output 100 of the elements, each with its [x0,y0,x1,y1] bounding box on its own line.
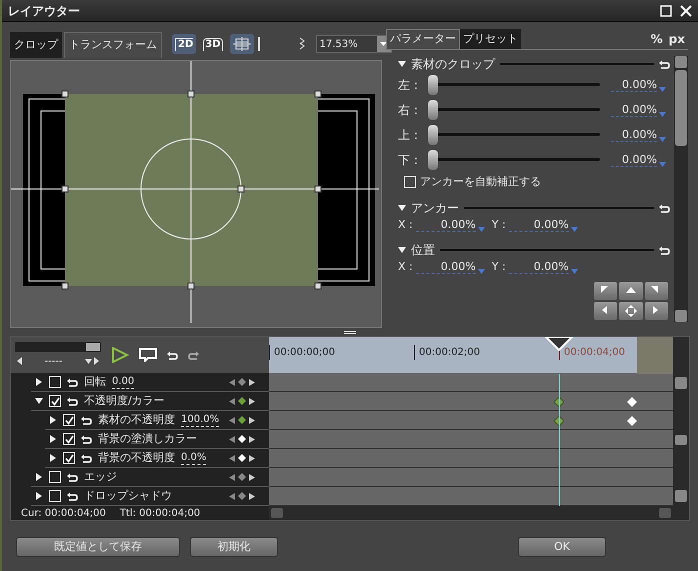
reset-icon[interactable] [81,416,92,424]
checkbox[interactable] [49,395,61,407]
resize-handle[interactable] [314,90,322,98]
value-field[interactable]: 0.00% [611,152,657,166]
checkbox[interactable] [63,452,75,464]
next-key-icon[interactable] [249,474,255,480]
redo-icon[interactable] [188,350,199,360]
dialog-button[interactable]: 初期化 [190,537,278,557]
checkbox[interactable] [49,376,61,388]
value-field[interactable]: 0.0% [181,452,206,464]
previous-key-icon[interactable] [229,416,235,424]
slider-thumb[interactable] [428,74,438,94]
nudge-button[interactable] [644,282,668,300]
zoom-dropdown[interactable]: 17.53% [316,35,392,53]
expand-arrow-icon[interactable] [35,473,43,481]
unit-button[interactable]: px [666,29,688,49]
checkbox[interactable] [49,471,61,483]
expand-arrow-icon[interactable] [49,454,57,462]
reset-icon[interactable] [81,434,92,444]
reset-icon[interactable] [659,60,670,68]
next-key-icon[interactable] [249,454,255,462]
previous-key-icon[interactable] [229,378,235,386]
resize-handle[interactable] [314,186,322,192]
slider-track[interactable] [428,124,600,144]
checkbox[interactable] [404,176,416,188]
next-key-icon[interactable] [249,398,255,404]
left-arrow-icon[interactable] [17,357,22,365]
checkbox[interactable] [49,490,61,502]
rotation-circle[interactable] [140,138,242,240]
maximize-icon[interactable] [660,4,672,16]
reset-icon[interactable] [659,246,670,254]
value-field[interactable]: 0.00% [508,260,569,274]
previous-key-icon[interactable] [229,398,235,404]
value-field[interactable]: 0.00% [508,218,569,232]
nudge-button[interactable] [619,282,643,300]
expand-arrow-icon[interactable] [49,435,57,443]
dialog-button[interactable]: OK [518,537,606,557]
slider-thumb[interactable] [428,100,438,120]
next-key-icon[interactable] [249,492,255,500]
slider-track[interactable] [428,150,600,170]
checkbox[interactable] [63,414,75,426]
resize-handle[interactable] [188,282,194,290]
expand-arrow-icon[interactable] [35,378,43,386]
tab[interactable]: プリセット [460,29,521,49]
value-field[interactable]: 100.0% [181,414,220,426]
previous-key-icon[interactable] [229,474,235,480]
speech-bubble-icon[interactable] [139,348,157,362]
play-icon[interactable] [111,347,129,363]
nudge-button[interactable] [644,302,668,320]
dialog-button[interactable]: 既定値として保存 [16,537,180,557]
previous-key-icon[interactable] [229,492,235,500]
tab[interactable]: パラメーター [386,29,460,49]
value-field[interactable]: 0.00% [416,218,476,232]
slider-thumb[interactable] [428,124,438,144]
nudge-button[interactable] [594,302,618,320]
value-field[interactable]: 0.00 [112,376,134,388]
tab[interactable]: トランスフォーム [64,32,162,58]
reset-icon[interactable] [67,396,78,406]
add-keyframe-icon[interactable] [238,435,246,443]
vertical-scrollbar[interactable] [673,337,689,506]
next-key-icon[interactable] [249,378,255,386]
value-field[interactable]: 0.00% [611,78,657,92]
expand-arrow-icon[interactable] [49,416,57,424]
scrollbar[interactable] [674,56,688,322]
collapse-arrow-icon[interactable] [398,246,406,254]
slider-thumb[interactable] [86,343,100,351]
nudge-button[interactable] [619,302,643,320]
next-key-icon[interactable] [249,416,255,424]
add-keyframe-icon[interactable] [238,454,246,462]
collapse-arrow-icon[interactable] [398,60,406,68]
reset-icon[interactable] [67,378,78,386]
resize-handle[interactable] [62,90,68,98]
reset-icon[interactable] [67,492,78,500]
reset-icon[interactable] [67,472,78,482]
dropdown-caret-icon[interactable] [380,42,388,46]
unit-button[interactable]: % [648,29,666,49]
zoom-slider[interactable] [15,342,101,352]
time-ruler[interactable]: 00:00:00;00 00:00:02;00 00:00:04;00 [269,337,673,373]
collapse-arrow-icon[interactable] [398,204,406,212]
expand-arrow-icon[interactable] [35,492,43,500]
checkbox[interactable] [63,433,75,445]
slider-track[interactable] [428,74,600,94]
tab[interactable]: クロップ [10,32,62,58]
expand-arrow-icon[interactable] [35,397,43,405]
slider-track[interactable] [428,100,600,120]
resize-handle[interactable] [238,186,244,192]
reset-icon[interactable] [167,350,178,360]
value-field[interactable]: 0.00% [611,128,657,142]
resize-handle[interactable] [314,282,322,290]
horizontal-scrollbar[interactable] [269,506,689,520]
value-field[interactable]: 0.00% [416,260,476,274]
track-dropdown[interactable]: ----- [15,354,101,368]
view-mode-button[interactable]: 2D [172,34,196,54]
value-field[interactable]: 0.00% [611,102,657,116]
reset-icon[interactable] [659,204,670,212]
dropdown-arrows-icon[interactable] [84,357,99,365]
resize-handle[interactable] [188,90,194,98]
resize-handle[interactable] [62,282,68,290]
slider-thumb[interactable] [428,150,438,170]
previous-key-icon[interactable] [229,454,235,462]
